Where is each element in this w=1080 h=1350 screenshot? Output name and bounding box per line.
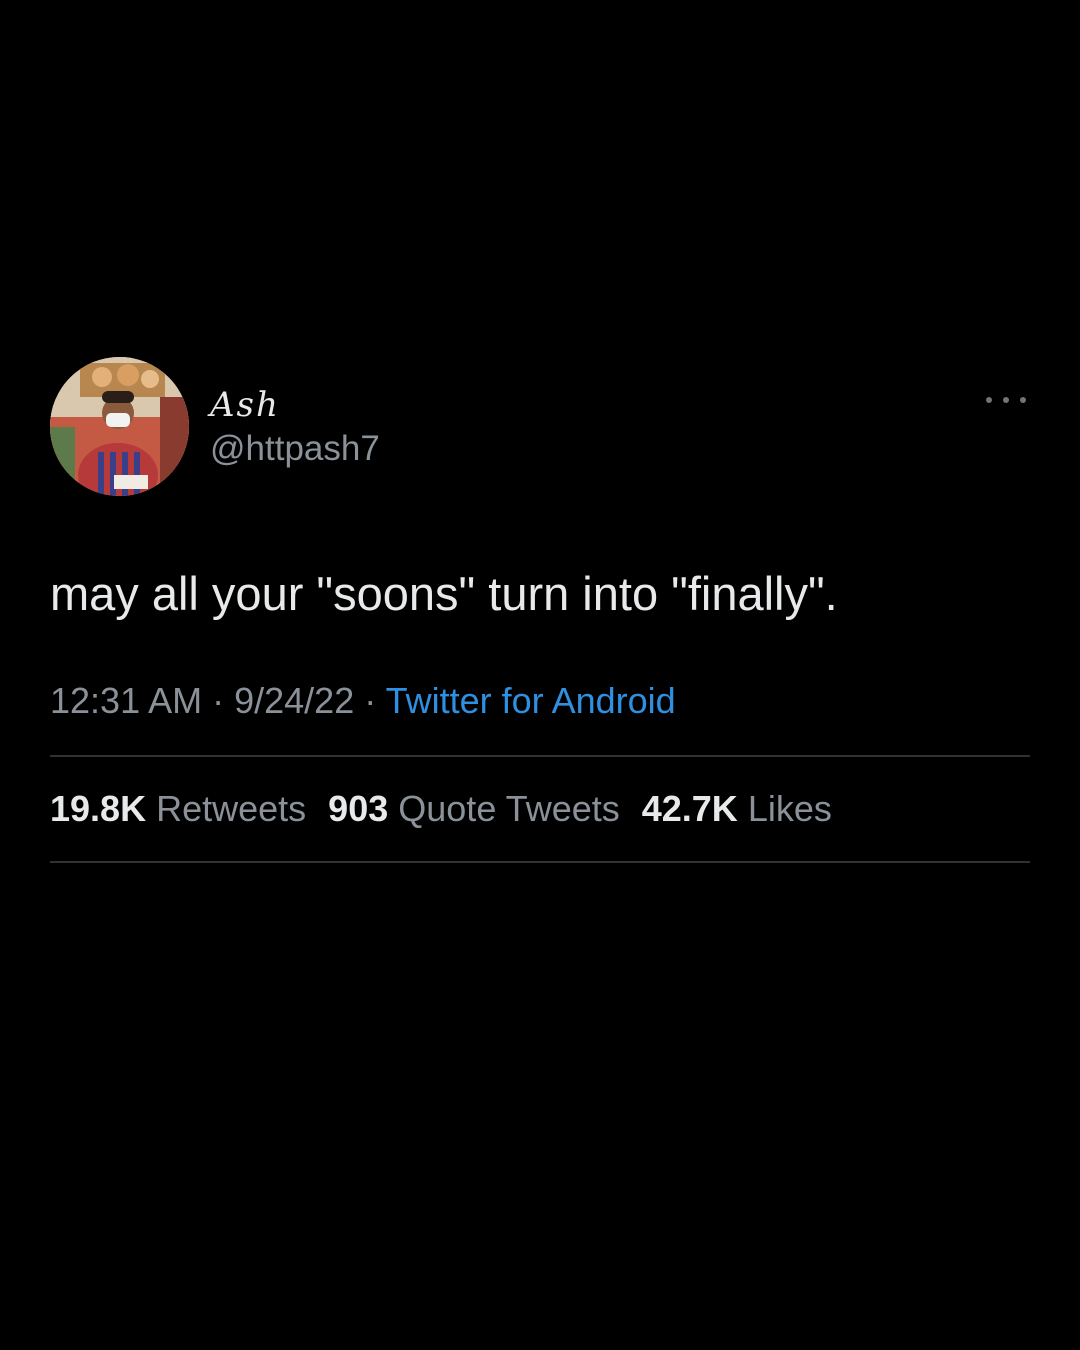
retweets-label: Retweets (156, 788, 307, 829)
tweet-source-link[interactable]: Twitter for Android (386, 680, 676, 721)
more-dot-icon (1003, 397, 1009, 403)
display-name[interactable]: Ash (210, 385, 380, 425)
more-options-icon[interactable] (986, 393, 1026, 407)
retweets-count: 19.8K (50, 788, 147, 829)
quote-tweets-label: Quote Tweets (398, 788, 620, 829)
likes-count: 42.7K (641, 788, 738, 829)
meta-separator: · (354, 680, 386, 721)
engagement-stats: 19.8K Retweets 903 Quote Tweets 42.7K Li… (50, 757, 1030, 861)
tweet-card: Ash @httpash7 may all your "soons" turn … (50, 355, 1030, 863)
quote-tweets-count: 903 (328, 788, 389, 829)
tweet-meta: 12:31 AM · 9/24/22 · Twitter for Android (50, 679, 1030, 723)
likes-stat[interactable]: 42.7K Likes (642, 788, 832, 830)
divider (50, 861, 1030, 863)
likes-label: Likes (747, 788, 832, 829)
profile-photo-icon (50, 357, 189, 496)
tweet-date[interactable]: 9/24/22 (234, 680, 354, 721)
more-dot-icon (1020, 397, 1026, 403)
meta-separator: · (202, 680, 235, 721)
quote-tweets-stat[interactable]: 903 Quote Tweets (328, 788, 620, 830)
tweet-time[interactable]: 12:31 AM (50, 680, 202, 721)
user-handle[interactable]: @httpash7 (210, 429, 380, 469)
retweets-stat[interactable]: 19.8K Retweets (50, 788, 306, 830)
avatar[interactable] (50, 357, 189, 496)
more-dot-icon (986, 397, 992, 403)
author-names: Ash @httpash7 (210, 385, 380, 469)
tweet-text: may all your "soons" turn into "finally"… (50, 567, 838, 620)
tweet-header: Ash @httpash7 (50, 355, 1030, 497)
